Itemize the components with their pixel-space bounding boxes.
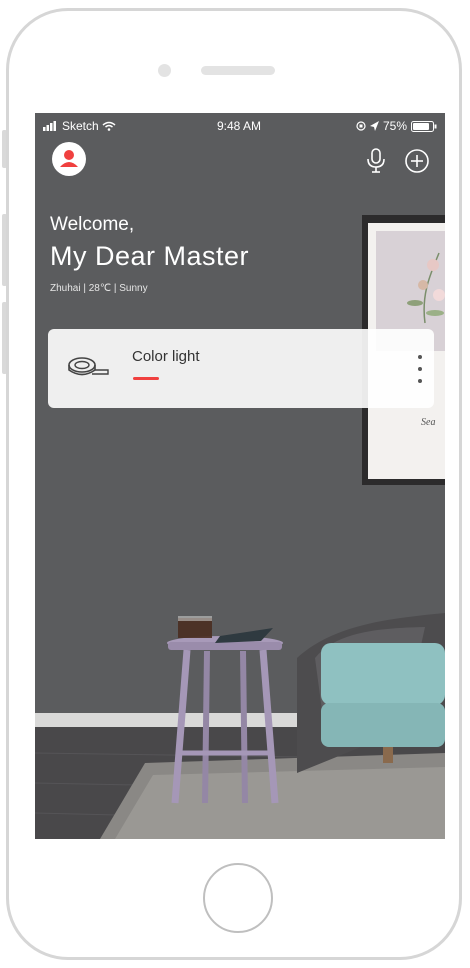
device-card-color-light[interactable]: Color light: [48, 329, 434, 408]
status-bar: Sketch 9:48 AM 75%: [35, 113, 445, 139]
more-dot-icon: [418, 379, 422, 383]
home-button[interactable]: [203, 863, 273, 933]
carrier-label: Sketch: [62, 119, 99, 133]
microphone-icon[interactable]: [364, 148, 388, 174]
greeting-title: My Dear Master: [50, 241, 250, 271]
user-avatar-button[interactable]: [52, 142, 86, 176]
plus-circle-icon[interactable]: [404, 148, 430, 174]
status-time: 9:48 AM: [217, 119, 262, 133]
location-arrow-icon: [369, 121, 379, 131]
signal-icon: [43, 121, 56, 131]
battery-percent: 75%: [382, 119, 407, 133]
more-dot-icon: [418, 367, 422, 371]
device-status-indicator: [133, 377, 159, 380]
svg-text:Sea: Sea: [421, 417, 435, 428]
more-dot-icon: [418, 355, 422, 359]
more-options-button[interactable]: [416, 355, 424, 383]
battery-icon: [411, 120, 437, 132]
user-avatar-icon: [60, 150, 78, 167]
orientation-lock-icon: [356, 121, 366, 131]
front-camera: [158, 64, 171, 77]
welcome-text: Welcome,: [50, 214, 135, 235]
weather-info: Zhuhai | 28℃ | Sunny: [50, 283, 148, 294]
wifi-icon: [102, 121, 116, 131]
app-screen: Sea Sketch 9:48 AM 75% Welcome, My Dear …: [35, 113, 445, 839]
light-strip-icon: [68, 357, 109, 376]
device-name: Color light: [132, 348, 200, 365]
earpiece-speaker: [201, 66, 275, 75]
